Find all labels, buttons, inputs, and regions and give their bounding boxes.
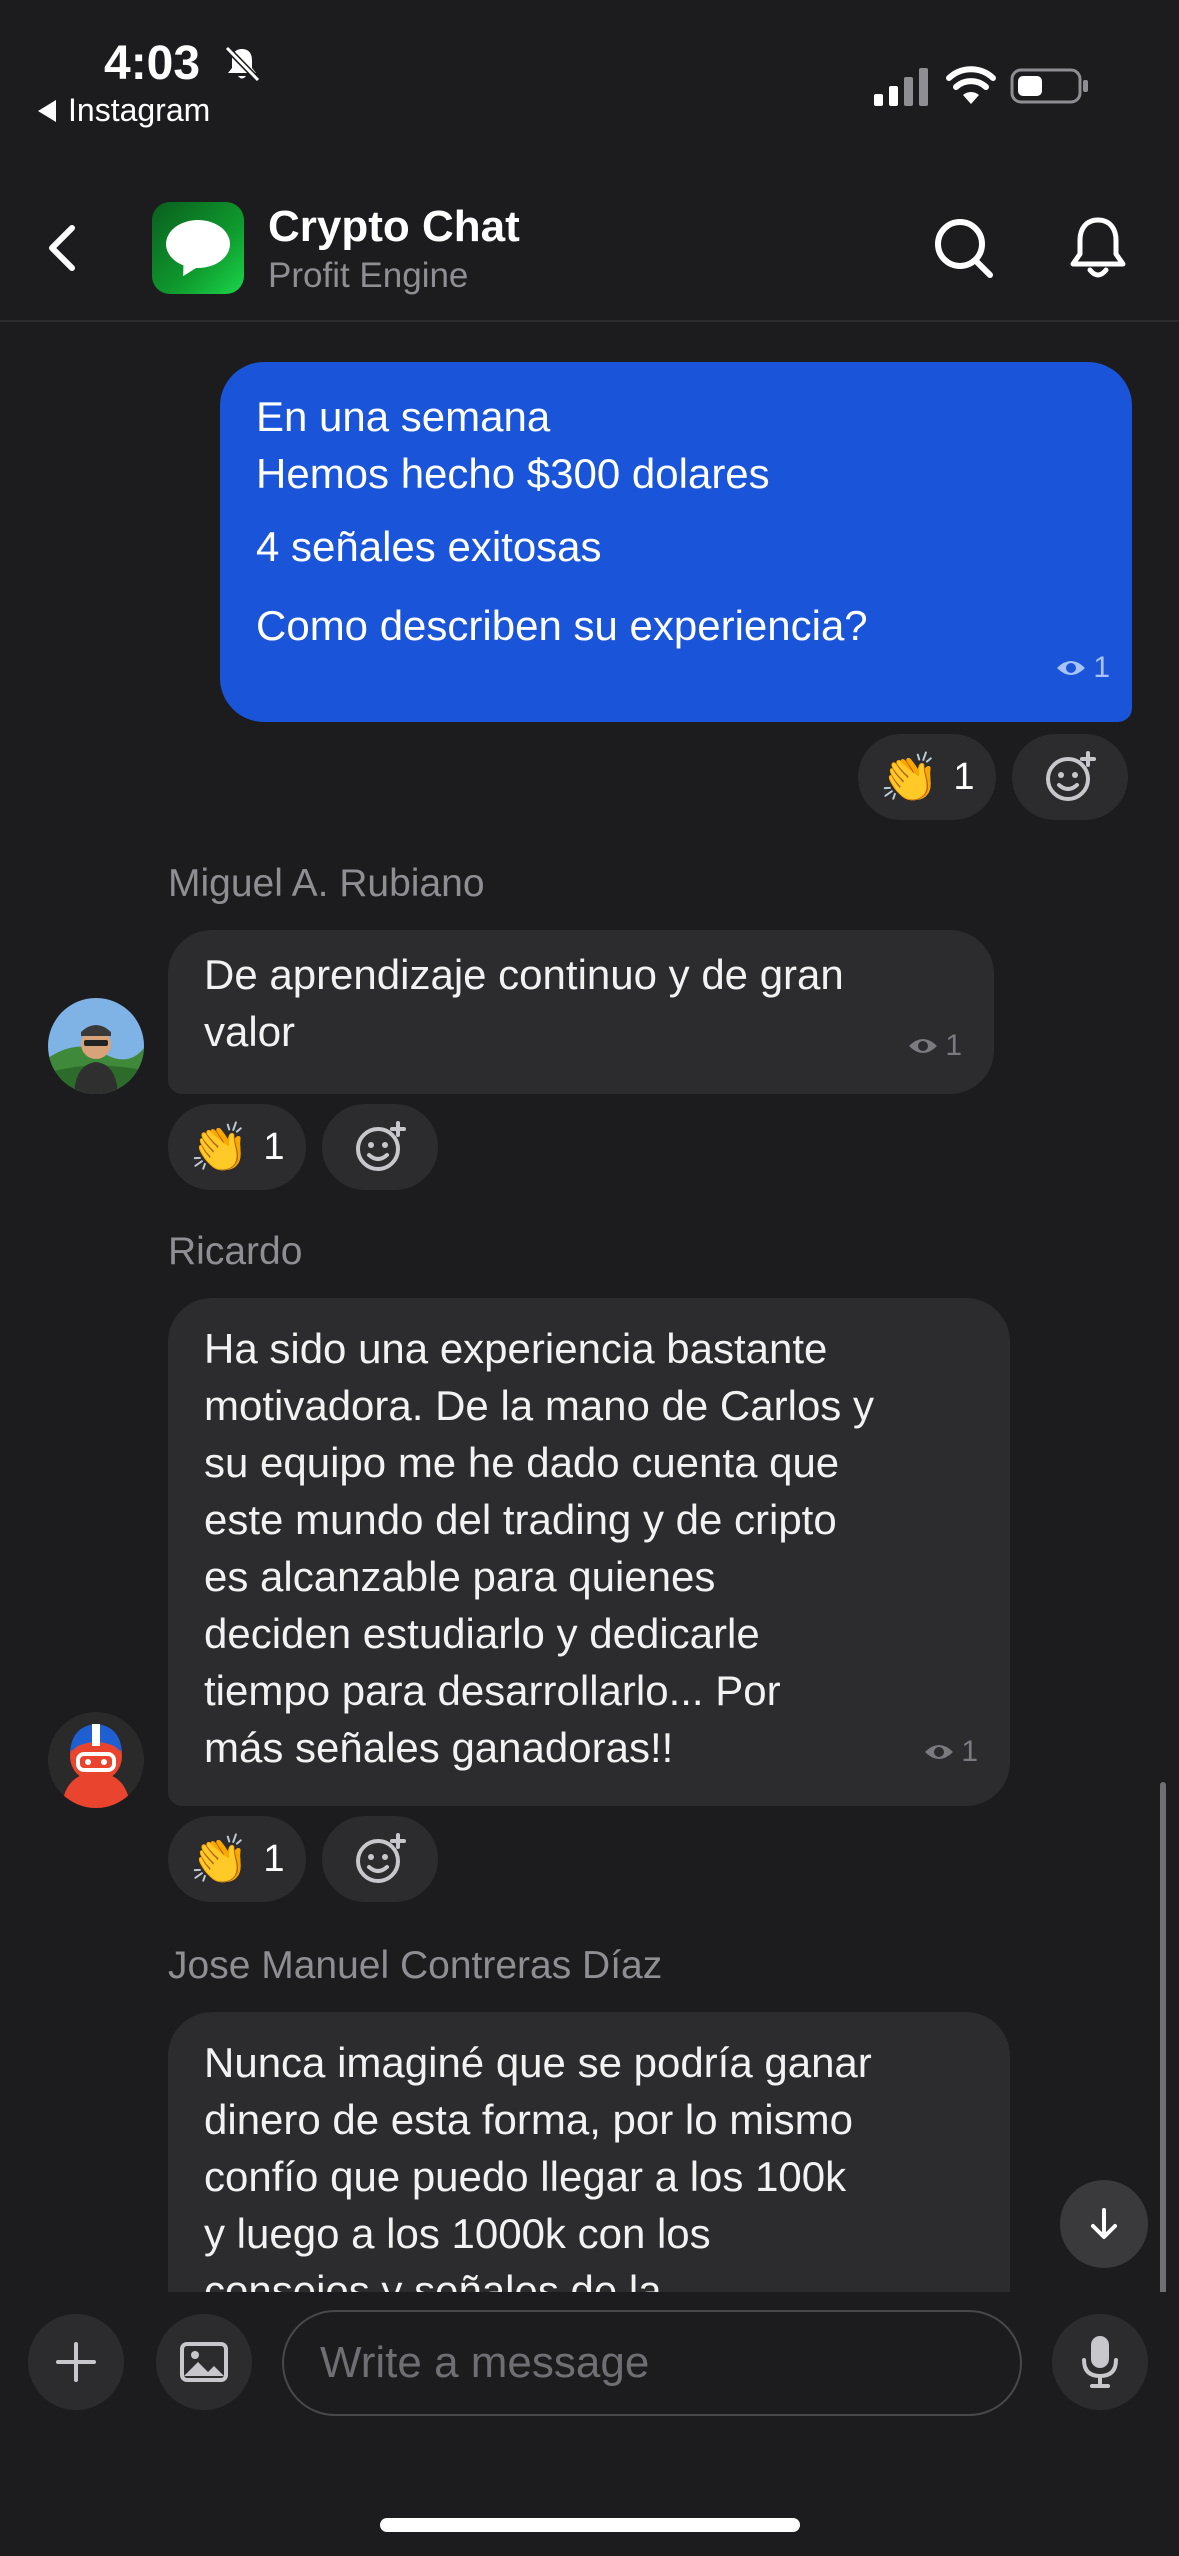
reaction-chip[interactable]: 👏 1 [168,1104,306,1190]
image-icon [180,2342,228,2382]
message-line: y luego a los 1000k con los [204,2210,711,2257]
status-time: 4:03 [104,37,201,90]
back-app-label: Instagram [68,92,211,128]
search-icon[interactable] [930,212,998,284]
message-composer [0,2292,1179,2556]
chat-logo[interactable] [152,202,244,294]
eye-icon [909,1038,938,1053]
plus-icon [56,2342,96,2382]
scrollbar[interactable] [1160,1782,1166,2292]
seen-count: 1 [1055,639,1110,696]
message-line: 4 señales exitosas [256,523,602,570]
seen-count: 1 [907,1017,962,1074]
message-list[interactable]: En una semana Hemos hecho $300 dolares 4… [0,322,1179,2292]
message-line: Ha sido una experiencia bastante [204,1325,828,1372]
chat-title[interactable]: Crypto Chat [268,202,520,252]
back-to-app-link[interactable]: Instagram [38,92,210,129]
reaction-chip[interactable]: 👏 1 [858,734,996,820]
add-emoji-icon [1046,751,1096,801]
message-line: consejos y señales de la [204,2267,662,2292]
message-line: De aprendizaje continuo y de gran [204,951,844,998]
message-line: Como describen su experiencia? [256,602,868,649]
wifi-icon [946,66,996,104]
reaction-count: 1 [953,755,975,798]
outgoing-message[interactable]: En una semana Hemos hecho $300 dolares 4… [220,362,1132,722]
incoming-message[interactable]: De aprendizaje continuo y de gran valor … [168,930,994,1094]
message-line: más señales ganadoras!! [204,1724,674,1771]
incoming-message[interactable]: Nunca imaginé que se podría ganar dinero… [168,2012,1010,2292]
eye-icon [1057,660,1086,675]
avatar[interactable] [48,998,144,1094]
back-icon[interactable] [40,218,84,278]
bell-icon[interactable] [1064,212,1132,284]
arrow-down-icon [1091,2208,1117,2239]
message-input[interactable] [282,2310,1022,2416]
bell-off-icon [224,45,261,83]
reaction-count: 1 [263,1837,285,1880]
message-line: motivadora. De la mano de Carlos y [204,1382,874,1429]
avatar[interactable] [48,1712,144,1808]
chat-header: Crypto Chat Profit Engine [0,150,1179,322]
message-line: tiempo para desarrollarlo... Por [204,1667,781,1714]
message-line: Nunca imaginé que se podría ganar [204,2039,872,2086]
voice-message-button[interactable] [1052,2314,1148,2410]
clap-emoji: 👏 [189,1833,250,1887]
microphone-icon [1082,2336,1118,2388]
sender-name[interactable]: Miguel A. Rubiano [168,862,485,906]
scroll-to-bottom-button[interactable] [1060,2180,1148,2268]
message-line: es alcanzable para quienes [204,1553,716,1600]
clap-emoji: 👏 [879,751,940,805]
message-line: En una semana [256,393,551,440]
status-bar: 4:03 Instagram [0,0,1179,150]
incoming-message[interactable]: Ha sido una experiencia bastante motivad… [168,1298,1010,1806]
message-line: valor [204,1008,296,1055]
message-line: dinero de esta forma, por lo mismo [204,2096,853,2143]
message-line: Hemos hecho $300 dolares [256,450,770,497]
message-line: este mundo del trading y de cripto [204,1496,837,1543]
add-reaction-button[interactable] [322,1816,438,1902]
reaction-chip[interactable]: 👏 1 [168,1816,306,1902]
gallery-button[interactable] [156,2314,252,2410]
add-reaction-button[interactable] [322,1104,438,1190]
message-line: su equipo me he dado cuenta que [204,1439,840,1486]
add-emoji-icon [356,1121,406,1171]
add-emoji-icon [356,1833,406,1883]
seen-count: 1 [923,1723,978,1780]
sender-name[interactable]: Ricardo [168,1230,302,1274]
message-line: deciden estudiarlo y dedicarle [204,1610,760,1657]
battery-icon [1010,68,1088,104]
back-triangle-icon [38,99,56,122]
message-line: confío que puedo llegar a los 100k [204,2153,847,2200]
eye-icon [925,1744,954,1759]
attach-button[interactable] [28,2314,124,2410]
chat-subtitle: Profit Engine [268,256,469,295]
reaction-count: 1 [263,1125,285,1168]
add-reaction-button[interactable] [1012,734,1128,820]
sender-name[interactable]: Jose Manuel Contreras Díaz [168,1944,662,1988]
home-indicator[interactable] [380,2518,800,2532]
cellular-signal-icon [874,68,928,106]
clap-emoji: 👏 [189,1121,250,1175]
